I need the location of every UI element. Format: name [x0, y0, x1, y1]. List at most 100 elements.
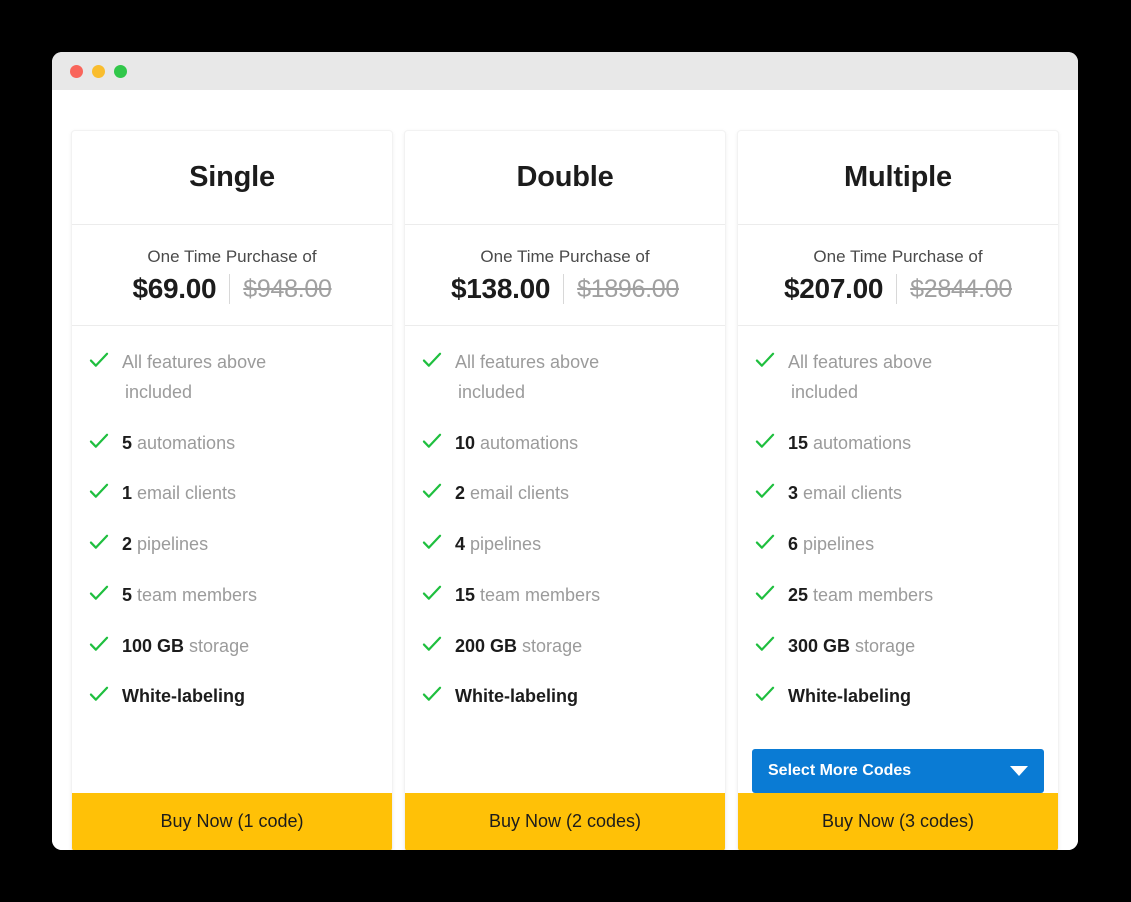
feature-value: 15 [788, 432, 809, 453]
minimize-window-icon[interactable] [92, 64, 105, 78]
close-window-icon[interactable] [70, 64, 83, 78]
buy-now-button[interactable]: Buy Now (3 codes) [738, 792, 1058, 850]
feature-description: email clients [465, 483, 570, 504]
feature-description: pipelines [798, 534, 875, 555]
feature-description: All features above [788, 352, 933, 373]
price-divider [229, 274, 231, 305]
check-icon [754, 582, 776, 604]
feature-list: All features above included 10 automations… [405, 326, 725, 767]
check-icon [88, 683, 110, 705]
feature-value: 200 GB [455, 635, 518, 656]
feature-label: 100 GB storage [122, 632, 249, 662]
feature-description-line2: included [791, 382, 859, 403]
app-window: Single One Time Purchase of $69.00 $948.00 A… [52, 52, 1078, 850]
buy-now-button[interactable]: Buy Now (2 codes) [405, 792, 725, 850]
buy-button-wrap: Buy Now (2 codes) [405, 792, 725, 850]
price-caption: One Time Purchase of [480, 247, 650, 266]
feature-value: 5 [122, 584, 133, 605]
feature-row: 4 pipelines [405, 530, 725, 560]
plan-header: Single [72, 131, 392, 225]
select-more-codes-dropdown[interactable]: Select More Codes [752, 748, 1044, 793]
price-block: One Time Purchase of $138.00 $1896.00 [405, 225, 725, 327]
feature-row: 300 GB storage [738, 632, 1058, 662]
plan-name: Single [189, 161, 275, 193]
price-original-strikethrough: $948.00 [243, 274, 332, 303]
buy-button-wrap: Buy Now (1 code) [72, 792, 392, 850]
check-icon [421, 633, 443, 655]
price-row: $69.00 $948.00 [82, 273, 382, 305]
feature-row: 2 pipelines [72, 530, 392, 560]
feature-row: All features above included [405, 348, 725, 407]
feature-label: 6 pipelines [788, 530, 874, 560]
check-icon [88, 349, 110, 371]
feature-row: 15 team members [405, 581, 725, 611]
price-caption: One Time Purchase of [147, 247, 317, 266]
feature-value: 1 [122, 483, 133, 504]
buy-button-wrap: Buy Now (3 codes) [738, 792, 1058, 850]
feature-row: 10 automations [405, 429, 725, 459]
chevron-down-icon [1010, 765, 1028, 776]
check-icon [88, 480, 110, 502]
feature-value: 5 [122, 432, 133, 453]
feature-label: 5 automations [122, 429, 235, 459]
select-more-codes-label: Select More Codes [768, 761, 912, 779]
feature-row: 200 GB storage [405, 632, 725, 662]
feature-label: 25 team members [788, 581, 933, 611]
check-icon [88, 531, 110, 553]
check-icon [88, 582, 110, 604]
price-original-strikethrough: $2844.00 [910, 274, 1012, 303]
feature-value: 6 [788, 534, 799, 555]
price-block: One Time Purchase of $69.00 $948.00 [72, 225, 392, 327]
feature-label: 2 email clients [455, 479, 569, 509]
plan-header: Double [405, 131, 725, 225]
check-icon [754, 683, 776, 705]
feature-row: All features above included [72, 348, 392, 407]
feature-description: automations [808, 432, 912, 453]
feature-row: All features above included [738, 348, 1058, 407]
feature-row: 1 email clients [72, 479, 392, 509]
check-icon [421, 349, 443, 371]
buy-now-button[interactable]: Buy Now (1 code) [72, 792, 392, 850]
plan-name: Multiple [844, 161, 952, 193]
feature-description: email clients [132, 483, 237, 504]
plan-header: Multiple [738, 131, 1058, 225]
check-icon [88, 633, 110, 655]
feature-description: automations [132, 432, 236, 453]
feature-row: White-labeling [405, 682, 725, 712]
feature-value: 25 [788, 584, 809, 605]
feature-label: All features above included [122, 348, 266, 407]
feature-description: White-labeling [788, 686, 911, 707]
feature-row: 2 email clients [405, 479, 725, 509]
check-icon [754, 531, 776, 553]
price-divider [896, 274, 898, 305]
feature-description: team members [808, 584, 934, 605]
check-icon [421, 531, 443, 553]
plan-card: Single One Time Purchase of $69.00 $948.00 A… [72, 131, 392, 850]
feature-label: White-labeling [788, 682, 911, 712]
plan-card: Multiple One Time Purchase of $207.00 $2844… [738, 131, 1058, 850]
feature-description: storage [850, 635, 916, 656]
feature-description-line2: included [458, 382, 526, 403]
check-icon [421, 683, 443, 705]
feature-label: 3 email clients [788, 479, 902, 509]
check-icon [88, 430, 110, 452]
feature-label: 15 automations [788, 429, 911, 459]
card-spacer [405, 767, 725, 793]
check-icon [421, 582, 443, 604]
feature-description: pipelines [132, 534, 209, 555]
feature-value: 300 GB [788, 635, 851, 656]
feature-row: 25 team members [738, 581, 1058, 611]
feature-row: 5 automations [72, 429, 392, 459]
price-current: $207.00 [784, 273, 884, 305]
feature-label: 2 pipelines [122, 530, 208, 560]
plan-name: Double [516, 161, 614, 193]
feature-label: White-labeling [122, 682, 245, 712]
check-icon [421, 430, 443, 452]
feature-label: All features above included [788, 348, 932, 407]
price-block: One Time Purchase of $207.00 $2844.00 [738, 225, 1058, 327]
feature-label: 200 GB storage [455, 632, 582, 662]
feature-label: 4 pipelines [455, 530, 541, 560]
feature-value: 3 [788, 483, 799, 504]
maximize-window-icon[interactable] [114, 64, 127, 78]
feature-description-line2: included [125, 382, 193, 403]
